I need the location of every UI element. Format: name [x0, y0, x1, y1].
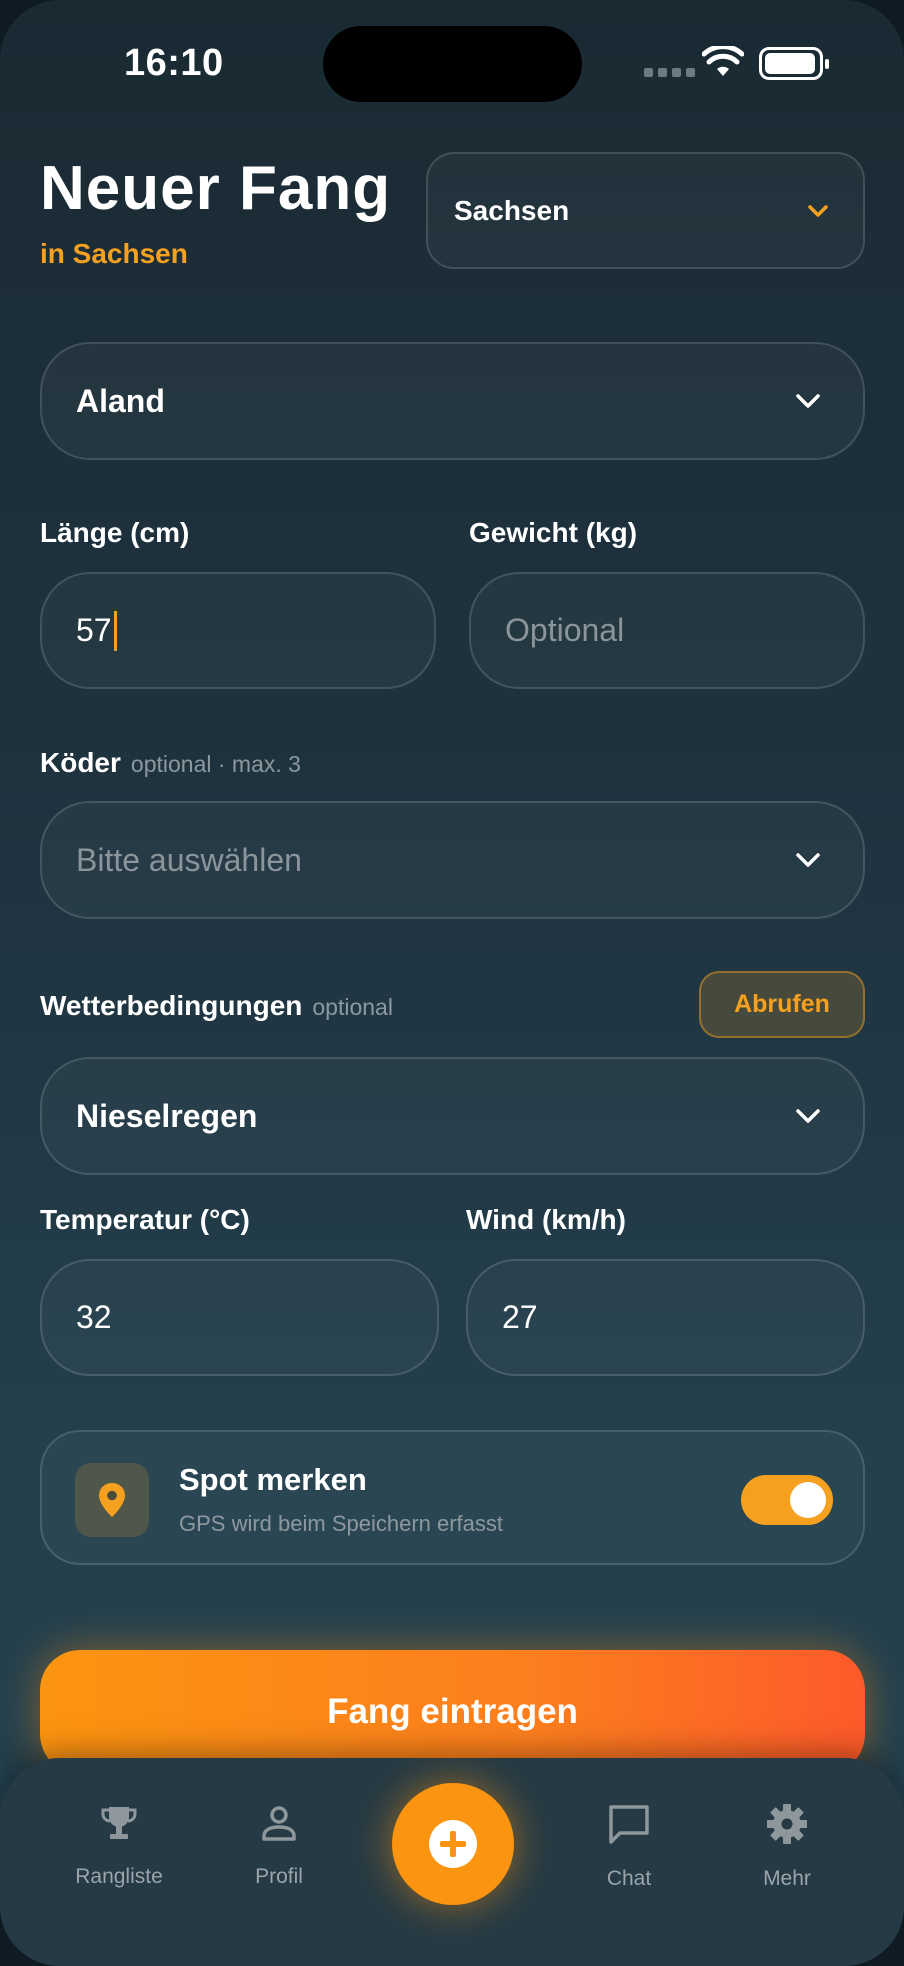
temperature-input[interactable]: 32 — [40, 1259, 439, 1376]
wind-input[interactable]: 27 — [466, 1259, 865, 1376]
chevron-down-icon — [796, 1109, 820, 1123]
weather-select[interactable]: Nieselregen — [40, 1057, 865, 1175]
chevron-down-icon — [796, 853, 820, 867]
tab-rangliste[interactable]: Rangliste — [49, 1803, 189, 1889]
weight-label: Gewicht (kg) — [469, 517, 638, 548]
temperature-label: Temperatur (°C) — [40, 1204, 250, 1235]
bait-label-row: Köder optional · max. 3 — [40, 747, 301, 779]
tab-chat[interactable]: Chat — [559, 1803, 699, 1891]
state-select-value: Sachsen — [454, 194, 570, 226]
species-select-value: Aland — [76, 382, 165, 419]
dynamic-island — [323, 26, 582, 102]
length-label: Länge (cm) — [40, 517, 190, 548]
person-icon — [262, 1806, 296, 1841]
state-select[interactable]: Sachsen — [426, 152, 865, 269]
tab-mehr[interactable]: Mehr — [717, 1803, 857, 1891]
add-icon — [429, 1820, 477, 1868]
temperature-input-value: 32 — [76, 1299, 112, 1335]
wifi-icon — [702, 46, 744, 76]
chevron-down-icon — [808, 204, 828, 217]
length-input-value: 57 — [76, 612, 112, 648]
weather-label: Wetterbedingungen — [40, 990, 303, 1021]
fetch-weather-button[interactable]: Abrufen — [699, 971, 865, 1038]
bait-hint: optional · max. 3 — [130, 751, 301, 777]
trophy-icon — [101, 1807, 137, 1839]
weather-select-value: Nieselregen — [76, 1097, 258, 1134]
add-catch-fab[interactable] — [392, 1783, 514, 1905]
spot-card: Spot merken GPS wird beim Speichern erfa… — [40, 1430, 865, 1565]
spot-title: Spot merken — [179, 1462, 367, 1497]
spot-toggle[interactable] — [741, 1475, 833, 1525]
gear-icon — [767, 1804, 807, 1844]
chat-icon — [609, 1805, 649, 1844]
screen: 16:10 Neuer Fang in Sachsen Sachsen Alan… — [0, 0, 904, 1966]
tab-label: Profil — [255, 1865, 303, 1888]
cellular-signal-icon — [644, 68, 695, 77]
battery-icon — [759, 47, 829, 80]
weather-label-row: Wetterbedingungen optional — [40, 990, 393, 1022]
tab-profil[interactable]: Profil — [209, 1803, 349, 1889]
weather-hint: optional — [312, 994, 393, 1020]
location-pin-icon — [75, 1463, 149, 1537]
length-input[interactable]: 57 — [40, 572, 436, 689]
bait-select-placeholder: Bitte auswählen — [76, 841, 302, 878]
page-subtitle: in Sachsen — [40, 238, 188, 269]
spot-subtitle: GPS wird beim Speichern erfasst — [179, 1511, 504, 1536]
wind-input-value: 27 — [502, 1299, 538, 1335]
weight-input-placeholder: Optional — [505, 612, 625, 648]
weight-input[interactable]: Optional — [469, 572, 865, 689]
tab-label: Rangliste — [75, 1865, 163, 1888]
wind-label: Wind (km/h) — [466, 1204, 626, 1235]
text-cursor — [113, 610, 117, 651]
status-time: 16:10 — [124, 42, 224, 84]
tab-label: Mehr — [763, 1867, 811, 1890]
submit-catch-button[interactable]: Fang eintragen — [40, 1650, 865, 1774]
species-select[interactable]: Aland — [40, 342, 865, 460]
bait-select[interactable]: Bitte auswählen — [40, 801, 865, 919]
page-title: Neuer Fang — [40, 154, 392, 223]
bait-label: Köder — [40, 747, 121, 778]
tab-label: Chat — [606, 1867, 652, 1890]
chevron-down-icon — [796, 394, 820, 408]
